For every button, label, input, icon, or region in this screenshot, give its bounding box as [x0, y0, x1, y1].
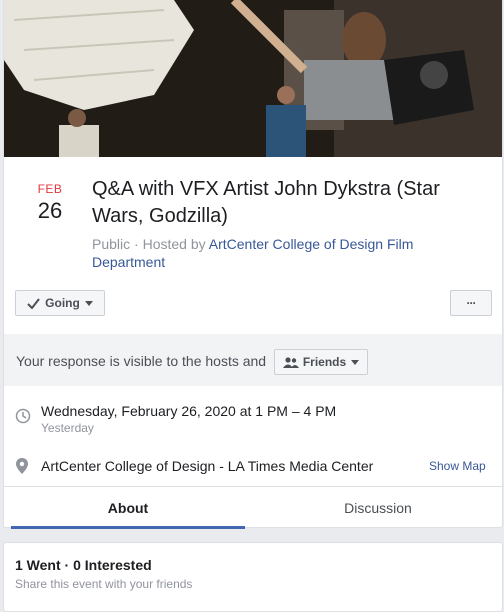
event-relative-time: Yesterday — [41, 421, 94, 435]
hosted-by-label: · Hosted by — [134, 236, 206, 252]
more-options-button[interactable]: ··· — [450, 290, 492, 316]
going-label: Going — [45, 296, 80, 310]
chevron-down-icon — [351, 359, 360, 365]
cover-photo[interactable] — [4, 0, 502, 157]
event-location[interactable]: ArtCenter College of Design - LA Times M… — [41, 458, 373, 474]
more-icon: ··· — [466, 296, 477, 310]
friends-icon — [282, 356, 299, 368]
visibility-text: Your response is visible to the hosts an… — [16, 353, 267, 369]
event-date: FEB 26 — [24, 182, 76, 224]
location-pin-icon — [16, 458, 28, 474]
audience-label: Friends — [302, 355, 347, 369]
tab-discussion[interactable]: Discussion — [261, 487, 495, 529]
event-host-line: Public · Hosted by ArtCenter College of … — [92, 235, 472, 271]
share-prompt: Share this event with your friends — [15, 577, 193, 591]
attendance-card: 1 Went · 0 Interested Share this event w… — [3, 542, 503, 612]
event-card: FEB 26 Q&A with VFX Artist John Dykstra … — [3, 0, 503, 529]
event-title: Q&A with VFX Artist John Dykstra (Star W… — [92, 178, 440, 227]
attendance-summary[interactable]: 1 Went · 0 Interested — [15, 557, 152, 573]
going-button[interactable]: Going — [15, 290, 105, 316]
audience-selector[interactable]: Friends — [274, 349, 368, 375]
event-day: 26 — [37, 198, 63, 223]
response-visibility-notice: Your response is visible to the hosts an… — [4, 334, 502, 386]
event-month: FEB — [37, 182, 63, 196]
event-datetime: Wednesday, February 26, 2020 at 1 PM – 4… — [41, 403, 337, 419]
tab-about[interactable]: About — [11, 487, 245, 529]
clock-icon — [15, 408, 31, 424]
show-map-link[interactable]: Show Map — [429, 459, 486, 473]
privacy-label: Public — [92, 236, 131, 252]
chevron-down-icon — [84, 300, 93, 306]
check-icon — [27, 297, 40, 309]
cover-photo-image — [4, 0, 502, 157]
event-tabs: About Discussion — [4, 486, 502, 529]
